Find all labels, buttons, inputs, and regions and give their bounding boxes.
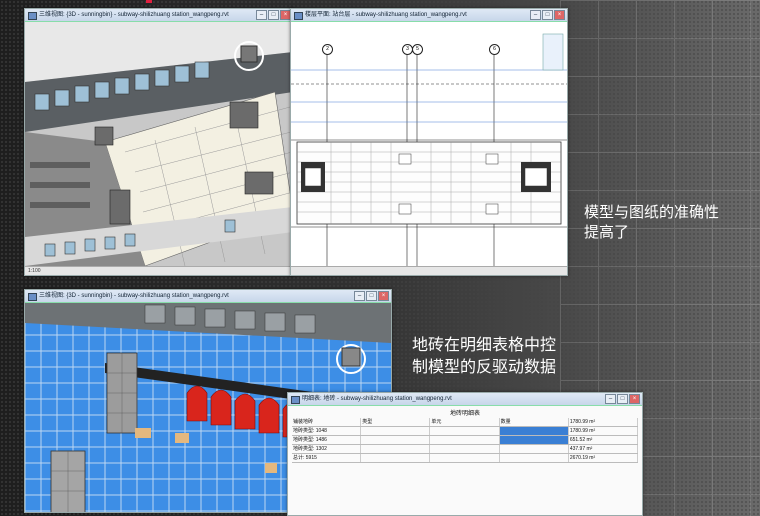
window-title: 明细表: 地砖 - subway-shilizhuang station_wan… xyxy=(302,396,452,402)
table-row[interactable]: 地砖类型: 1302 437.97 m² xyxy=(292,445,639,454)
table-row[interactable]: 铺装地砖 类型 单元 数量 1780.99 m² xyxy=(292,418,639,427)
maximize-button[interactable]: □ xyxy=(366,291,377,301)
window-title: 楼层平面: 站台层 - subway-shilizhuang station_w… xyxy=(305,12,467,18)
app-icon xyxy=(294,12,303,20)
minimize-button[interactable]: – xyxy=(354,291,365,301)
maximize-button[interactable]: □ xyxy=(268,10,279,20)
table-row[interactable]: 地砖类型: 1486 651.52 m² xyxy=(292,436,639,445)
maximize-button[interactable]: □ xyxy=(617,394,628,404)
window-title: 三维视图: {3D - sunningbin} - subway-shilizh… xyxy=(39,12,229,18)
window-floor-plan[interactable]: 楼层平面: 站台层 - subway-shilizhuang station_w… xyxy=(290,8,568,276)
close-button[interactable]: × xyxy=(554,10,565,20)
table-row[interactable]: 总计: 5915 2670.19 m² xyxy=(292,454,639,463)
schedule-header: 地砖明细表 xyxy=(449,411,480,417)
window-3d-top[interactable]: 三维视图: {3D - sunningbin} - subway-shilizh… xyxy=(24,8,294,276)
close-button[interactable]: × xyxy=(629,394,640,404)
plan-canvas[interactable]: 2 3 5 6 xyxy=(291,22,567,266)
top-accent-mark xyxy=(146,0,152,3)
caption-accuracy: 模型与图纸的准确性 提高了 xyxy=(584,203,720,241)
maximize-button[interactable]: □ xyxy=(542,10,553,20)
window-title: 三维视图: {3D - sunningbin} - subway-shilizh… xyxy=(39,293,229,299)
caption-tile-driving: 地砖在明细表格中控 制模型的反驱动数据 xyxy=(412,335,557,376)
status-bar xyxy=(291,266,567,275)
minimize-button[interactable]: – xyxy=(605,394,616,404)
schedule-table[interactable]: 铺装地砖 类型 单元 数量 1780.99 m² 地砖类型: 1048 1780.99 m… xyxy=(292,418,639,463)
title-bar[interactable]: 三维视图: {3D - sunningbin} - subway-shilizh… xyxy=(25,290,391,303)
title-bar[interactable]: 楼层平面: 站台层 - subway-shilizhuang station_w… xyxy=(291,9,567,22)
title-bar[interactable]: 明细表: 地砖 - subway-shilizhuang station_wan… xyxy=(288,393,642,406)
window-schedule[interactable]: 明细表: 地砖 - subway-shilizhuang station_wan… xyxy=(287,392,643,516)
grid-bubble: 5 xyxy=(412,44,423,55)
app-icon xyxy=(28,293,37,301)
close-button[interactable]: × xyxy=(378,291,389,301)
app-icon xyxy=(28,12,37,20)
station-3d-view[interactable] xyxy=(25,22,293,266)
grid-bubble: 2 xyxy=(322,44,333,55)
minimize-button[interactable]: – xyxy=(256,10,267,20)
minimize-button[interactable]: – xyxy=(530,10,541,20)
table-row[interactable]: 地砖类型: 1048 1780.99 m² xyxy=(292,427,639,436)
app-icon xyxy=(291,396,300,404)
grid-bubble: 6 xyxy=(489,44,500,55)
plan-drawing xyxy=(291,33,567,266)
status-bar: 1:100 xyxy=(25,266,293,275)
title-bar[interactable]: 三维视图: {3D - sunningbin} - subway-shilizh… xyxy=(25,9,293,22)
